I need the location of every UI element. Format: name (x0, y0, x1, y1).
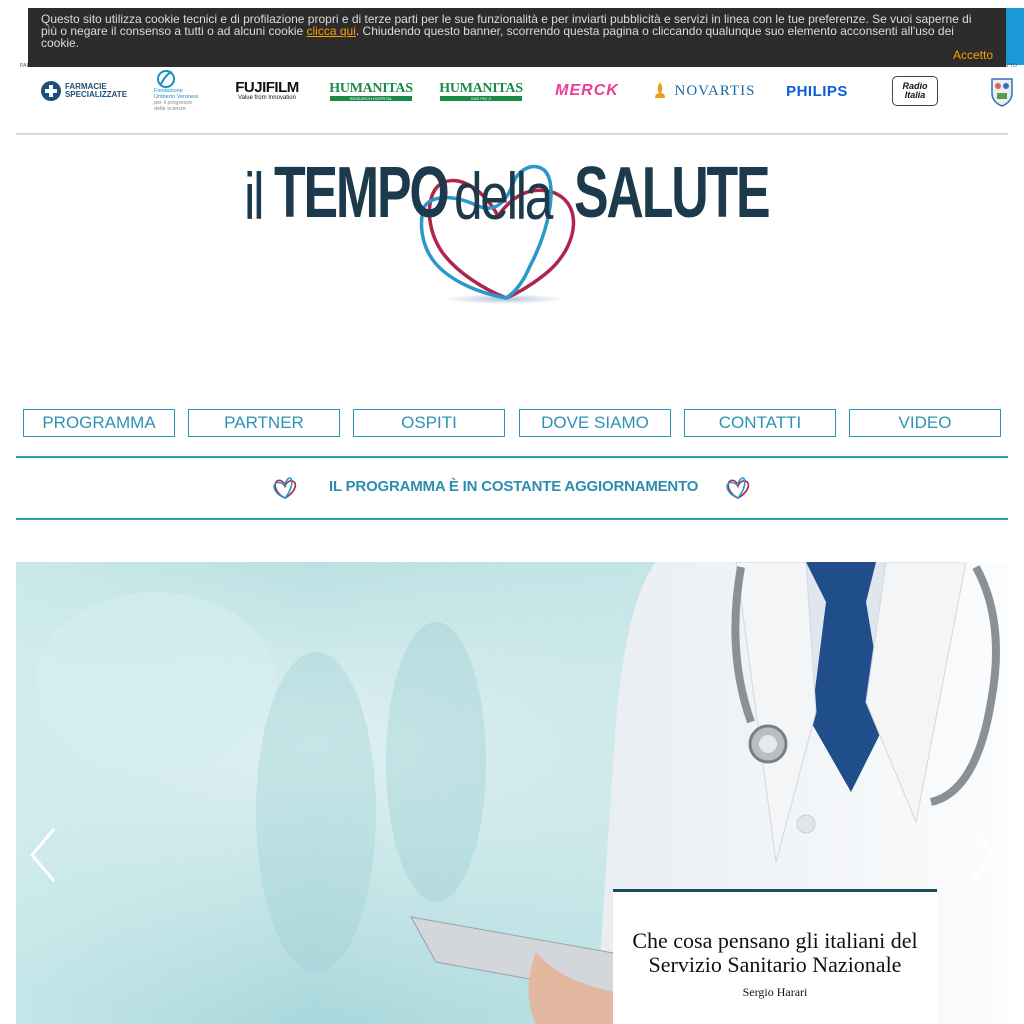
humanitas-wordmark: HUMANITAS (329, 80, 413, 96)
nav-ospiti[interactable]: OSPITI (353, 409, 505, 437)
novartis-wordmark: NOVARTIS (674, 82, 756, 99)
merck-wordmark: MERCK (555, 82, 619, 99)
philips-wordmark: PHILIPS (786, 82, 848, 100)
fujifilm-tagline: Value from Innovation (238, 95, 296, 101)
brand-wordmark: il TEMPO della SALUTE (244, 153, 784, 234)
novartis-flame-icon (655, 82, 666, 98)
brand-word-della: della (454, 159, 553, 233)
humanitas-research-logo[interactable]: HUMANITAS RESEARCH HOSPITAL (328, 76, 414, 106)
nav-partner[interactable]: PARTNER (188, 409, 340, 437)
crest-icon (991, 78, 1013, 107)
nav-video[interactable]: VIDEO (849, 409, 1001, 437)
edge-strip (1006, 8, 1024, 65)
notice-text: IL PROGRAMMA È IN COSTANTE AGGIORNAMENTO (329, 478, 699, 495)
farmacie-specializzate-logo[interactable]: FARMACIE SPECIALIZZATE (36, 76, 131, 106)
novartis-logo[interactable]: NOVARTIS (650, 76, 758, 106)
merck-logo[interactable]: MERCK (546, 76, 628, 106)
fondazione-leaf-icon (157, 70, 175, 88)
notice-top-divider (16, 456, 1008, 458)
radio-wordmark-line2: Italia (904, 90, 926, 100)
slide-caption[interactable]: Che cosa pensano gli italiani del Serviz… (613, 889, 937, 1024)
fondazione-veronesi-logo[interactable]: Fondazione Umberto Veronesi per il progr… (154, 68, 209, 114)
brand-word-il: il (244, 159, 265, 233)
humanitas-subtitle: RESEARCH HOSPITAL (330, 95, 412, 101)
small-heart-icon-left (273, 477, 297, 499)
slider-next-arrow-icon[interactable] (962, 825, 1002, 885)
logos-divider (16, 133, 1008, 135)
small-heart-icon-right (726, 477, 750, 499)
partner-logos: FARMACIE SPECIALIZZATE Fondazione Umbert… (0, 68, 1024, 114)
main-nav: PROGRAMMA PARTNER OSPITI DOVE SIAMO CONT… (23, 409, 1001, 437)
brand-word-tempo: TEMPO (274, 153, 450, 233)
brand-word-salute: SALUTE (574, 153, 771, 233)
slide-author: Sergio Harari (742, 985, 808, 999)
nav-dove-siamo[interactable]: DOVE SIAMO (519, 409, 671, 437)
notice-bottom-divider (16, 518, 1008, 520)
cookie-policy-link[interactable]: clicca qui (307, 24, 356, 38)
farmacie-line2: SPECIALIZZATE (64, 90, 128, 99)
special-thanks-crest-logo[interactable] (988, 74, 1016, 108)
humanitas-sanpio-logo[interactable]: HUMANITAS SAN PIO X (438, 76, 524, 106)
slider-prev-arrow-icon[interactable] (26, 825, 66, 885)
farmacie-cross-icon (40, 81, 61, 101)
accept-cookies-button[interactable]: Accetto (953, 49, 993, 61)
humanitas-sanpio-subtitle: SAN PIO X (440, 95, 522, 101)
radio-italia-logo[interactable]: Radio Italia (892, 76, 938, 106)
fujifilm-logo[interactable]: FUJIFILM Value from Innovation (232, 76, 302, 106)
nav-programma[interactable]: PROGRAMMA (23, 409, 175, 437)
philips-logo[interactable]: PHILIPS (780, 76, 854, 106)
slide-title[interactable]: Che cosa pensano gli italiani del Serviz… (613, 929, 937, 977)
program-notice: IL PROGRAMMA È IN COSTANTE AGGIORNAMENTO (0, 474, 1024, 500)
fondazione-line4: delle scienze (154, 106, 186, 112)
humanitas-sanpio-wordmark: HUMANITAS (439, 80, 523, 96)
cookie-banner: Questo sito utilizza cookie tecnici e di… (28, 8, 1006, 67)
fujifilm-wordmark: FUJIFILM (235, 79, 299, 96)
hero-slider[interactable]: Che cosa pensano gli italiani del Serviz… (16, 562, 1008, 1024)
nav-contatti[interactable]: CONTATTI (684, 409, 836, 437)
